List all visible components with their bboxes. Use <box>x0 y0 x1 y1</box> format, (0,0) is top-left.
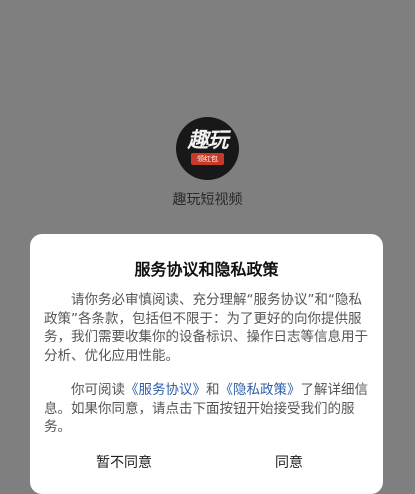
paragraph-1-text: 请你务必审慎阅读、充分理解“服务协议”和“隐私政策”各条款，包括但不限于：为了更… <box>44 292 368 364</box>
service-agreement-link[interactable]: 《服务协议》 <box>125 382 206 398</box>
disagree-button[interactable]: 暂不同意 <box>64 452 184 472</box>
paragraph-2-prefix: 你可阅读 <box>71 382 125 398</box>
app-name: 趣玩短视频 <box>172 192 243 208</box>
logo-text: 趣玩 <box>187 126 229 152</box>
dialog-paragraph-2: 你可阅读《服务协议》和《隐私政策》了解详细信息。如果你同意，请点击下面按钮开始接… <box>44 381 370 437</box>
paragraph-2-and: 和 <box>206 382 220 398</box>
app-logo: 趣玩 领红包 <box>176 117 239 180</box>
dialog-paragraph-1: 请你务必审慎阅读、充分理解“服务协议”和“隐私政策”各条款，包括但不限于：为了更… <box>44 291 370 365</box>
agree-button[interactable]: 同意 <box>229 452 349 472</box>
privacy-policy-link[interactable]: 《隐私政策》 <box>220 382 301 398</box>
dialog-title: 服务协议和隐私政策 <box>134 260 279 279</box>
logo-badge: 领红包 <box>191 152 224 165</box>
privacy-dialog: 服务协议和隐私政策 请你务必审慎阅读、充分理解“服务协议”和“隐私政策”各条款，… <box>30 234 383 494</box>
